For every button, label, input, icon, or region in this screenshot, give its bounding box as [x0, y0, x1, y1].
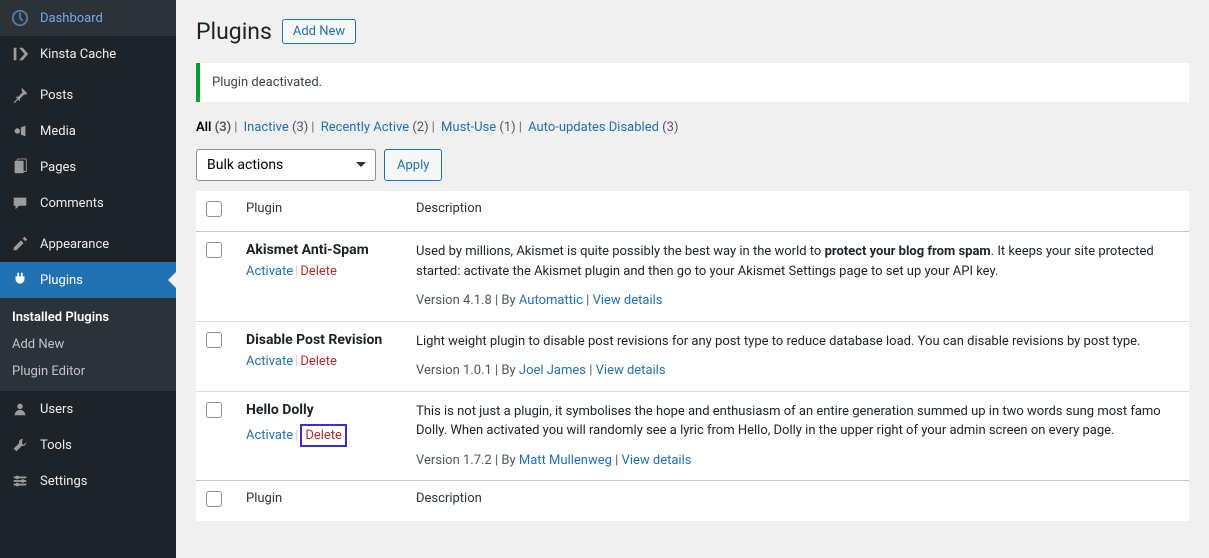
- sidebar-item-posts[interactable]: Posts: [0, 77, 176, 113]
- comments-icon: [10, 193, 30, 213]
- sidebar-item-pages[interactable]: Pages: [0, 149, 176, 185]
- pages-icon: [10, 157, 30, 177]
- sidebar-item-comments[interactable]: Comments: [0, 185, 176, 221]
- sidebar-item-settings[interactable]: Settings: [0, 463, 176, 499]
- sidebar-item-tools[interactable]: Tools: [0, 427, 176, 463]
- select-all-top[interactable]: [206, 201, 222, 217]
- kinsta-icon: [10, 44, 30, 64]
- plugin-name: Disable Post Revision: [246, 332, 382, 348]
- sidebar-item-appearance[interactable]: Appearance: [0, 226, 176, 262]
- filter-auto-updates-disabled[interactable]: Auto-updates Disabled (3): [528, 120, 678, 135]
- table-row: Disable Post Revision Activate|Delete Li…: [196, 321, 1189, 391]
- sidebar-label: Settings: [40, 474, 87, 489]
- author-link[interactable]: Joel James: [519, 363, 586, 378]
- plugins-table: Plugin Description Akismet Anti-Spam Act…: [196, 191, 1189, 521]
- table-row: Akismet Anti-Spam Activate|Delete Used b…: [196, 232, 1189, 322]
- row-checkbox[interactable]: [206, 332, 222, 348]
- settings-icon: [10, 471, 30, 491]
- submenu-installed-plugins[interactable]: Installed Plugins: [0, 304, 176, 331]
- sidebar-label: Comments: [40, 196, 104, 211]
- sidebar-item-users[interactable]: Users: [0, 391, 176, 427]
- sidebar-label: Posts: [40, 88, 73, 103]
- apply-button[interactable]: Apply: [384, 149, 442, 181]
- plugin-meta: Version 1.7.2 | By Matt Mullenweg | View…: [416, 451, 1179, 471]
- plugin-description: Used by millions, Akismet is quite possi…: [416, 244, 1154, 279]
- submenu-add-new[interactable]: Add New: [0, 331, 176, 358]
- filter-inactive[interactable]: Inactive (3): [244, 120, 309, 135]
- plugin-description: This is not just a plugin, it symbolises…: [416, 404, 1161, 439]
- view-details-link[interactable]: View details: [596, 363, 666, 378]
- sidebar-label: Appearance: [40, 237, 109, 252]
- plugin-name: Akismet Anti-Spam: [246, 242, 369, 258]
- sidebar-label: Dashboard: [40, 11, 103, 26]
- delete-link[interactable]: Delete: [300, 354, 337, 369]
- sidebar-label: Media: [40, 124, 76, 139]
- sidebar-item-media[interactable]: Media: [0, 113, 176, 149]
- select-all-bottom[interactable]: [206, 491, 222, 507]
- column-description-foot[interactable]: Description: [406, 481, 1189, 522]
- author-link[interactable]: Automattic: [519, 293, 583, 308]
- users-icon: [10, 399, 30, 419]
- bulk-action-select[interactable]: Bulk actions: [196, 149, 376, 181]
- delete-link[interactable]: Delete: [305, 428, 342, 443]
- table-row: Hello Dolly Activate|Delete This is not …: [196, 391, 1189, 481]
- filter-must-use[interactable]: Must-Use (1): [441, 120, 516, 135]
- filter-recently-active[interactable]: Recently Active (2): [321, 120, 429, 135]
- sidebar-label: Kinsta Cache: [40, 47, 116, 62]
- page-title: Plugins: [196, 18, 272, 45]
- sidebar-submenu: Installed Plugins Add New Plugin Editor: [0, 298, 176, 391]
- sidebar-label: Plugins: [40, 273, 83, 288]
- tools-icon: [10, 435, 30, 455]
- row-checkbox[interactable]: [206, 402, 222, 418]
- notice-success: Plugin deactivated.: [196, 63, 1189, 102]
- appearance-icon: [10, 234, 30, 254]
- row-checkbox[interactable]: [206, 242, 222, 258]
- admin-sidebar: Dashboard Kinsta Cache Posts Media Pages…: [0, 0, 176, 558]
- plugin-meta: Version 1.0.1 | By Joel James | View det…: [416, 361, 1179, 381]
- dashboard-icon: [10, 8, 30, 28]
- pin-icon: [10, 85, 30, 105]
- plugin-meta: Version 4.1.8 | By Automattic | View det…: [416, 291, 1179, 311]
- submenu-plugin-editor[interactable]: Plugin Editor: [0, 358, 176, 385]
- plugin-name: Hello Dolly: [246, 402, 314, 418]
- delete-highlight: Delete: [300, 424, 347, 447]
- sidebar-label: Tools: [40, 438, 72, 453]
- view-details-link[interactable]: View details: [593, 293, 663, 308]
- filter-all[interactable]: All (3): [196, 120, 231, 135]
- media-icon: [10, 121, 30, 141]
- main-content: Plugins Add New Plugin deactivated. All …: [176, 0, 1209, 558]
- column-description[interactable]: Description: [406, 191, 1189, 232]
- add-new-button[interactable]: Add New: [282, 19, 356, 44]
- sidebar-item-kinsta[interactable]: Kinsta Cache: [0, 36, 176, 72]
- author-link[interactable]: Matt Mullenweg: [519, 453, 612, 468]
- activate-link[interactable]: Activate: [246, 264, 293, 279]
- column-plugin-foot[interactable]: Plugin: [236, 481, 406, 522]
- column-plugin[interactable]: Plugin: [236, 191, 406, 232]
- plugins-icon: [10, 270, 30, 290]
- activate-link[interactable]: Activate: [246, 428, 293, 443]
- plugin-description: Light weight plugin to disable post revi…: [416, 334, 1140, 349]
- delete-link[interactable]: Delete: [300, 264, 337, 279]
- activate-link[interactable]: Activate: [246, 354, 293, 369]
- notice-text: Plugin deactivated.: [212, 75, 322, 90]
- sidebar-label: Users: [40, 402, 73, 417]
- view-details-link[interactable]: View details: [622, 453, 692, 468]
- plugin-status-filters: All (3)| Inactive (3)| Recently Active (…: [196, 120, 1189, 135]
- sidebar-item-dashboard[interactable]: Dashboard: [0, 0, 176, 36]
- sidebar-item-plugins[interactable]: Plugins: [0, 262, 176, 298]
- sidebar-label: Pages: [40, 160, 76, 175]
